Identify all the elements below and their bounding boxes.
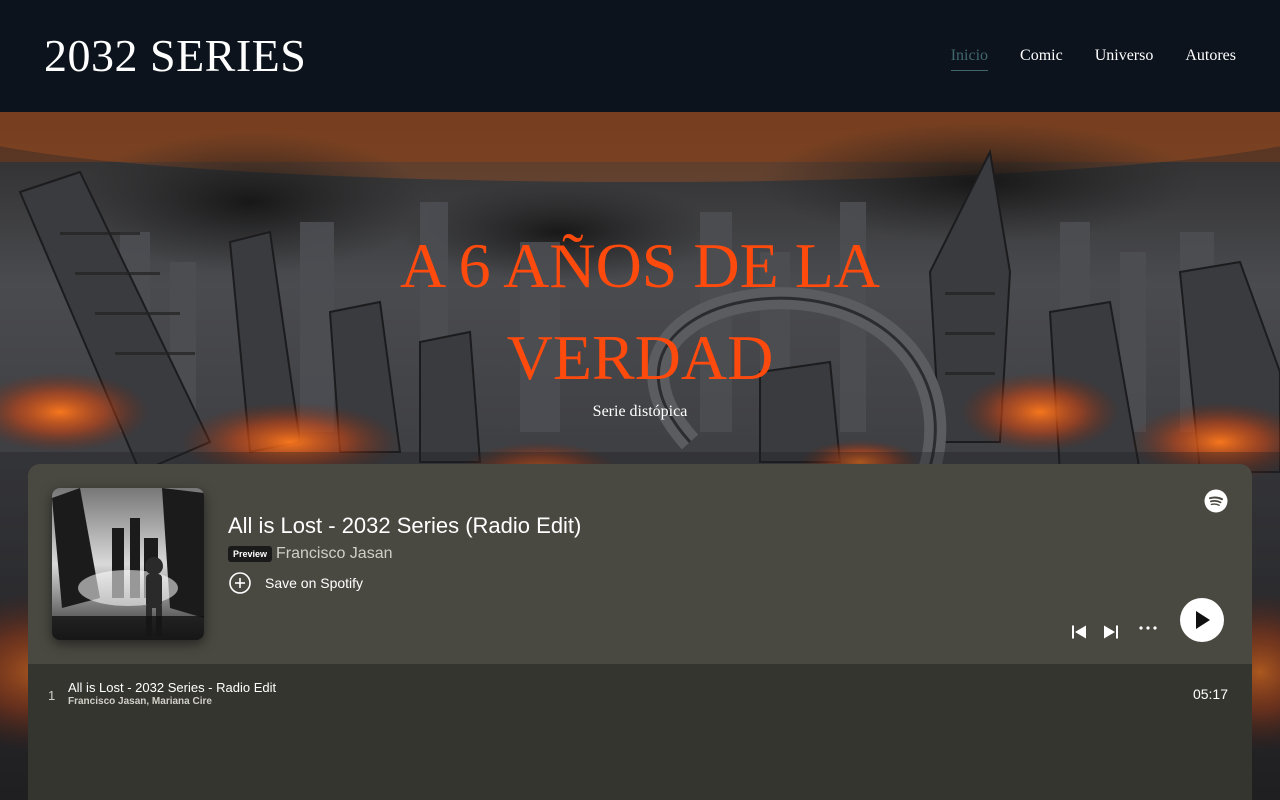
hero-title-line-1: A 6 AÑOS DE LA [399, 230, 881, 301]
nav-link-autores[interactable]: Autores [1185, 44, 1236, 71]
hero-title-line-2: VERDAD [506, 322, 774, 393]
more-icon [1138, 620, 1158, 636]
skip-previous-icon [1071, 624, 1087, 640]
site-header: 2032 SERIES Inicio Comic Universo Autore… [0, 0, 1280, 112]
skip-next-button[interactable] [1103, 624, 1119, 640]
play-button[interactable] [1180, 598, 1224, 642]
track-row[interactable]: 1 All is Lost - 2032 Series - Radio Edit… [28, 680, 1252, 712]
player-header: All is Lost - 2032 Series (Radio Edit) P… [28, 464, 1252, 664]
main-nav: Inicio Comic Universo Autores [950, 44, 1236, 71]
hero-subtitle: Serie distópica [592, 403, 688, 420]
spotify-embed-player: All is Lost - 2032 Series (Radio Edit) P… [28, 464, 1252, 800]
hero-title: A 6 AÑOS DE LA VERDAD [0, 220, 1280, 404]
album-cover-art[interactable] [52, 488, 204, 640]
track-title[interactable]: All is Lost - 2032 Series (Radio Edit) [228, 512, 581, 540]
site-title[interactable]: 2032 SERIES [44, 26, 306, 86]
nav-link-inicio[interactable]: Inicio [950, 44, 989, 71]
nav-link-universo[interactable]: Universo [1095, 44, 1154, 71]
nav-link-comic[interactable]: Comic [1020, 44, 1063, 71]
track-number: 1 [48, 688, 56, 703]
skip-next-icon [1103, 624, 1119, 640]
preview-badge: Preview [228, 546, 273, 562]
save-on-spotify-button[interactable]: Save on Spotify [228, 571, 363, 595]
save-on-spotify-label: Save on Spotify [265, 575, 364, 591]
play-icon [1193, 610, 1211, 630]
add-circle-icon [228, 571, 252, 595]
track-duration: 05:17 [1192, 686, 1228, 702]
spotify-icon[interactable] [1204, 489, 1228, 513]
skip-previous-button[interactable] [1071, 624, 1087, 640]
track-row-artists: Francisco Jasan, Mariana Cire [68, 696, 212, 707]
tracklist: 1 All is Lost - 2032 Series - Radio Edit… [28, 664, 1252, 800]
artist-name[interactable]: Francisco Jasan [276, 544, 393, 564]
more-options-button[interactable] [1138, 620, 1158, 636]
track-row-title: All is Lost - 2032 Series - Radio Edit [68, 680, 277, 695]
